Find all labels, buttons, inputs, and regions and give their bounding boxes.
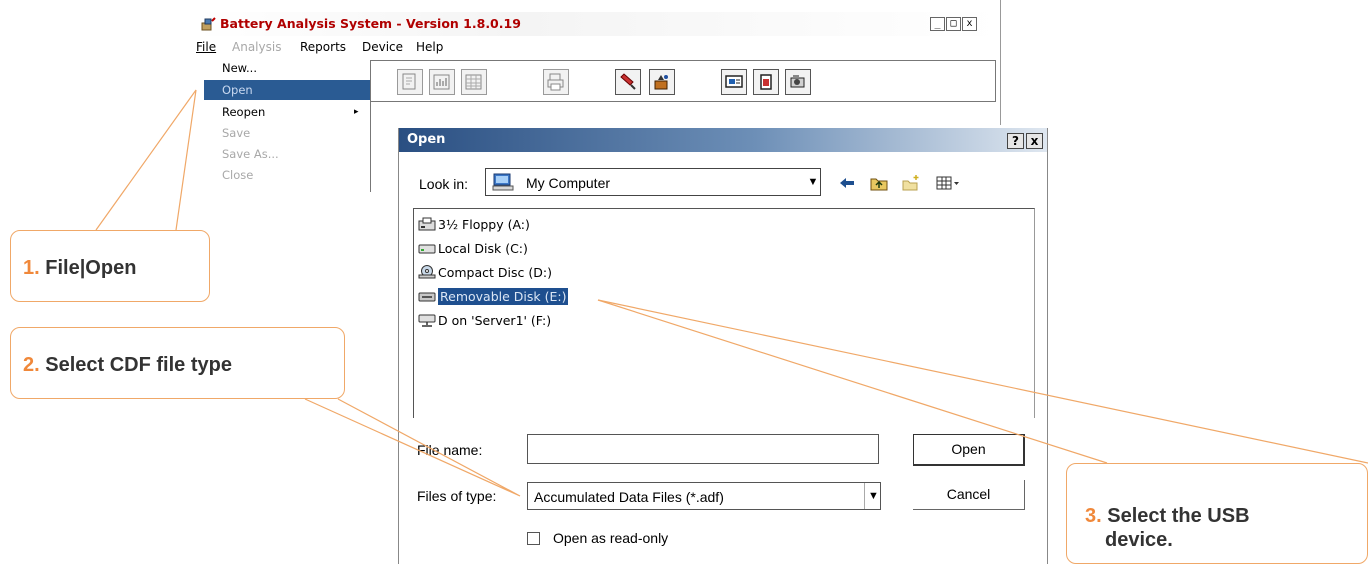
minimize-button[interactable]: _ [930,17,945,31]
table-icon[interactable] [461,69,487,95]
file-menu-save-as[interactable]: Save As... [204,144,370,164]
menu-help[interactable]: Help [416,40,443,54]
hard-disk-icon [418,244,436,254]
callout-step-1: 1. File|Open [10,230,210,302]
device-icon[interactable] [649,69,675,95]
list-item-selected[interactable]: Removable Disk (E:) [418,287,569,307]
file-menu-reopen-label: Reopen [222,105,266,119]
removable-disk-icon [418,292,436,302]
menu-reports[interactable]: Reports [300,40,346,54]
look-in-label: Look in: [419,176,469,192]
view-menu-icon[interactable] [935,173,961,193]
battery-icon[interactable] [753,69,779,95]
app-window-border [1000,0,1001,125]
open-button[interactable]: Open [913,434,1025,466]
callout-number: 3. [1085,505,1102,527]
dialog-title: Open [407,132,446,147]
file-menu-open[interactable]: Open [204,80,370,100]
look-in-value: My Computer [526,175,611,191]
menu-analysis[interactable]: Analysis [232,40,281,54]
file-menu-close[interactable]: Close [204,165,370,185]
back-arrow-icon[interactable] [837,173,857,193]
list-item[interactable]: Compact Disc (D:) [418,263,552,283]
monitor-icon[interactable] [721,69,747,95]
dialog-titlebar[interactable]: Open ? x [399,128,1047,152]
chevron-down-icon[interactable]: ▼ [864,483,882,509]
callout-step-2: 2. Select CDF file type [10,327,345,399]
new-folder-icon[interactable] [901,173,921,193]
camera-icon[interactable] [785,69,811,95]
file-name-label: File name: [417,442,483,458]
submenu-arrow-icon: ▸ [354,107,359,117]
callout-text: Select the USB [1107,505,1250,527]
dialog-close-button[interactable]: x [1026,133,1043,149]
files-of-type-value: Accumulated Data Files (*.adf) [534,489,724,505]
callout-text: File|Open [45,257,137,279]
my-computer-icon [492,173,514,191]
chart-icon[interactable] [429,69,455,95]
close-button[interactable]: x [962,17,977,31]
cancel-button[interactable]: Cancel [913,480,1025,510]
floppy-drive-icon [418,217,436,231]
callout-number: 2. [23,354,40,376]
network-drive-icon [418,314,436,327]
file-menu-reopen[interactable]: Reopen ▸ [204,102,370,122]
app-body-border [370,102,371,192]
file-menu-save[interactable]: Save [204,123,370,143]
callout-text-line2: device. [1105,529,1173,551]
toolbar [370,60,996,102]
list-item[interactable]: Local Disk (C:) [418,239,528,259]
print-icon[interactable] [543,69,569,95]
open-dialog: Open ? x Look in: My Computer ▼ 3½ Flopp… [398,128,1048,564]
probe-icon[interactable] [615,69,641,95]
up-folder-icon[interactable] [869,173,889,193]
chevron-down-icon[interactable]: ▼ [804,169,822,195]
app-title: Battery Analysis System - Version 1.8.0.… [220,16,521,31]
read-only-label: Open as read-only [553,530,669,546]
new-test-icon[interactable] [397,69,423,95]
cd-drive-icon [418,265,436,279]
files-of-type-label: Files of type: [417,488,497,504]
read-only-checkbox[interactable] [527,532,540,545]
look-in-dropdown[interactable]: My Computer ▼ [485,168,821,196]
callout-step-3: 3. Select the USB device. [1066,463,1368,564]
callout-number: 1. [23,257,40,279]
callout-text: Select CDF file type [45,354,232,376]
list-item[interactable]: 3½ Floppy (A:) [418,215,530,235]
menu-device[interactable]: Device [362,40,403,54]
menu-file[interactable]: File [196,40,216,54]
file-name-input[interactable] [527,434,879,464]
help-button[interactable]: ? [1007,133,1024,149]
app-logo-icon [201,17,216,31]
file-list[interactable]: 3½ Floppy (A:) Local Disk (C:) Compact D… [413,208,1035,418]
file-menu-new[interactable]: New... [204,58,370,78]
maximize-button[interactable]: □ [946,17,961,31]
menu-bar: File Analysis Reports Device Help [196,38,1000,58]
file-menu-dropdown: New... Open Reopen ▸ Save Save As... Clo… [204,58,370,192]
app-titlebar[interactable]: Battery Analysis System - Version 1.8.0.… [196,12,1000,36]
list-item[interactable]: D on 'Server1' (F:) [418,311,551,331]
files-of-type-dropdown[interactable]: Accumulated Data Files (*.adf) ▼ [527,482,881,510]
